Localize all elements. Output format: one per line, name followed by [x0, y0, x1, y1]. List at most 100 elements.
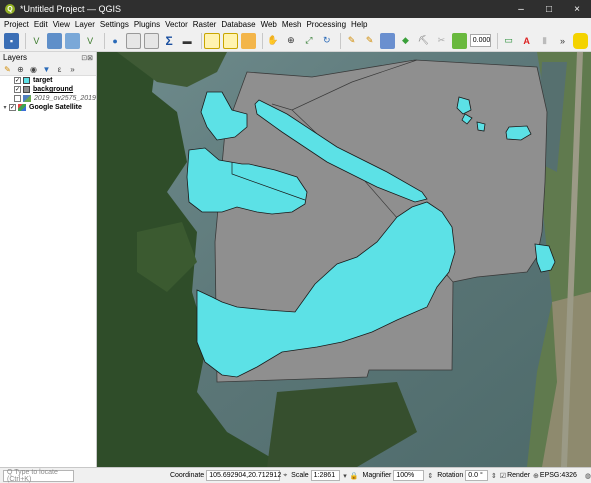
main-toolbar: ▪ V V ● Σ ▬ ✋ ⊕ ⤢ ↻ ✎ ✎ ◆ ⛏ ✂ 0.000 ▭ A … [0, 30, 591, 52]
add-wms-layer-icon[interactable] [64, 32, 80, 49]
menu-view[interactable]: View [53, 20, 70, 29]
deselect-icon[interactable] [222, 32, 238, 49]
filter-legend-icon[interactable]: ε [54, 64, 65, 75]
menu-edit[interactable]: Edit [34, 20, 48, 29]
menu-project[interactable]: Project [4, 20, 29, 29]
rotation-label: Rotation [437, 472, 464, 479]
layers-panel-title: Layers [3, 53, 28, 62]
xyz-tile-icon [18, 104, 26, 111]
toolbar-separator [200, 32, 202, 49]
rotation-spin-icon[interactable]: ⇕ [491, 472, 497, 480]
scale-combo[interactable]: 1:2861 [310, 470, 341, 481]
render-label: Render [507, 472, 531, 479]
toolbar-separator [24, 32, 26, 49]
digitize-icon[interactable]: ▭ [501, 33, 516, 49]
refresh-icon[interactable]: ↻ [319, 33, 334, 49]
coordinate-field[interactable]: 105.692904,20.712912 [206, 470, 281, 481]
save-edits-icon[interactable] [380, 32, 395, 49]
layer-visibility-checkbox[interactable] [14, 95, 21, 102]
opacity-icon[interactable] [451, 32, 467, 49]
magnifier-spin-icon[interactable]: ⇕ [427, 472, 433, 480]
layer-visibility-checkbox[interactable]: ✓ [14, 86, 21, 93]
menu-plugins[interactable]: Plugins [134, 20, 160, 29]
messages-icon[interactable]: ◍ [585, 472, 591, 480]
lock-scale-icon[interactable]: 🔒 [350, 472, 359, 480]
expand-all-icon[interactable]: » [67, 64, 78, 75]
window-controls: – □ × [507, 0, 591, 18]
menu-database[interactable]: Database [221, 20, 255, 29]
scale-label: Scale [291, 472, 309, 479]
render-checkbox[interactable]: ☑ [500, 472, 506, 480]
menu-raster[interactable]: Raster [193, 20, 217, 29]
toolbar-separator [261, 32, 263, 49]
toggle-editing-icon[interactable]: ✎ [362, 33, 377, 49]
opacity-spinbox[interactable]: 0.000 [469, 34, 492, 47]
select-features-icon[interactable] [204, 32, 220, 49]
menu-layer[interactable]: Layer [75, 20, 95, 29]
extents-toggle-icon[interactable]: ⌖ [283, 472, 287, 480]
pan-hand-icon[interactable]: ✋ [266, 33, 281, 49]
vertex-tool-icon[interactable]: ⛏ [416, 33, 431, 49]
trace-a-icon[interactable]: A [519, 33, 534, 49]
layer-label: target [33, 77, 53, 84]
map-svg [97, 52, 591, 467]
measure-icon[interactable]: ▬ [180, 33, 195, 49]
new-vector-layer-icon[interactable]: V [29, 33, 44, 49]
target-swatch-icon [23, 77, 30, 84]
toolbar-separator [497, 32, 499, 49]
visibility-eye-icon[interactable]: ◉ [28, 64, 39, 75]
zoom-full-icon[interactable]: ⤢ [301, 33, 316, 49]
add-group-icon[interactable]: ⊕ [15, 64, 26, 75]
save-project-icon[interactable]: ▪ [4, 32, 19, 49]
layer-visibility-checkbox[interactable]: ✓ [9, 104, 16, 111]
maximize-button[interactable]: □ [535, 0, 563, 18]
style-brush-icon[interactable]: ✎ [2, 64, 13, 75]
collapse-chevron-icon[interactable]: ▾ [1, 104, 9, 111]
toolbar-separator [103, 32, 105, 49]
background-swatch-icon [23, 86, 30, 93]
filter-icon[interactable]: ▼ [41, 64, 52, 75]
field-calculator-icon[interactable] [143, 32, 159, 49]
close-button[interactable]: × [563, 0, 591, 18]
menu-settings[interactable]: Settings [100, 20, 129, 29]
scale-dropdown-icon[interactable]: ▾ [343, 472, 347, 480]
title-bar: Q *Untitled Project — QGIS – □ × [0, 0, 591, 18]
menu-vector[interactable]: Vector [165, 20, 188, 29]
identify-icon[interactable]: ● [108, 33, 123, 49]
layer-visibility-checkbox[interactable]: ✓ [14, 77, 21, 84]
layer-item-google-satellite[interactable]: ▾ ✓ Google Satellite [0, 103, 96, 112]
crs-label[interactable]: EPSG:4326 [540, 472, 577, 479]
statistics-sigma-icon[interactable]: Σ [162, 33, 177, 49]
crs-globe-icon[interactable]: ⊕ [533, 472, 539, 480]
window-title: *Untitled Project — QGIS [20, 4, 122, 14]
minimize-button[interactable]: – [507, 0, 535, 18]
layer-item-background[interactable]: ✓ background [0, 85, 96, 94]
more-tools-icon[interactable]: » [555, 33, 570, 49]
locator-search-input[interactable]: Q Type to locate (Ctrl+K) [3, 469, 74, 483]
python-plugin-icon[interactable] [572, 32, 588, 49]
attribute-table-icon[interactable] [125, 32, 141, 49]
panel-close-icon[interactable]: ⊡⊠ [81, 54, 93, 62]
toolbar-separator [340, 32, 342, 49]
layers-panel-toolbar: ✎ ⊕ ◉ ▼ ε » [0, 63, 96, 76]
edit-pencil-icon[interactable]: ✎ [344, 33, 359, 49]
add-raster-layer-icon[interactable] [46, 32, 62, 49]
map-canvas[interactable] [97, 52, 591, 467]
label-tool-icon[interactable]: ▮ [537, 33, 552, 49]
rotation-spinbox[interactable]: 0.0 ° [465, 470, 488, 481]
magnifier-spinbox[interactable]: 100% [393, 470, 425, 481]
add-vector-layer-icon[interactable]: V [83, 33, 98, 49]
menu-mesh[interactable]: Mesh [282, 20, 302, 29]
layer-label: background [33, 86, 74, 93]
menu-help[interactable]: Help [351, 20, 367, 29]
layer-item-raster-2019[interactable]: 2019_ov2575_2019 [0, 94, 96, 103]
target-polygon [476, 121, 486, 132]
layer-item-target[interactable]: ✓ target [0, 76, 96, 85]
select-by-value-icon[interactable] [240, 32, 256, 49]
zoom-in-icon[interactable]: ⊕ [283, 33, 298, 49]
menu-web[interactable]: Web [261, 20, 277, 29]
magnifier-label: Magnifier [362, 472, 392, 479]
snapping-icon[interactable]: ✂ [434, 33, 449, 49]
add-feature-icon[interactable]: ◆ [398, 33, 413, 49]
menu-processing[interactable]: Processing [306, 20, 346, 29]
